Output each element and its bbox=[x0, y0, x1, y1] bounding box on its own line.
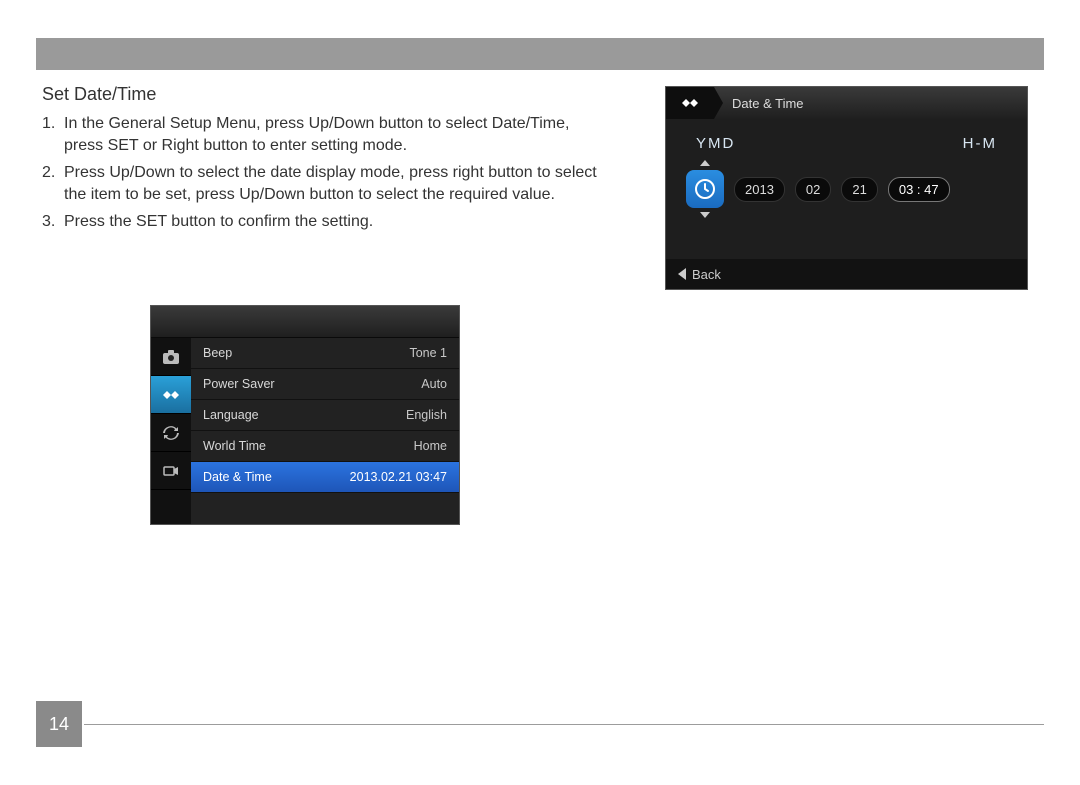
menu-row-beep[interactable]: Beep Tone 1 bbox=[191, 338, 459, 369]
clock-icon bbox=[686, 170, 724, 208]
menu-row-label: Language bbox=[203, 408, 259, 422]
hm-label: H-M bbox=[963, 135, 997, 152]
menu-row-value: Home bbox=[414, 439, 447, 453]
instruction-step: 1. In the General Setup Menu, press Up/D… bbox=[64, 113, 602, 156]
instruction-column: Set Date/Time 1. In the General Setup Me… bbox=[42, 84, 602, 239]
menu-row-language[interactable]: Language English bbox=[191, 400, 459, 431]
year-pill[interactable]: 2013 bbox=[734, 177, 785, 202]
sidebar-tools-icon[interactable] bbox=[151, 376, 191, 414]
ymd-label: YMD bbox=[696, 135, 735, 152]
dt-column-labels: YMD H-M bbox=[666, 119, 1027, 152]
back-arrow-icon[interactable] bbox=[678, 268, 686, 280]
instruction-step: 3. Press the SET button to confirm the s… bbox=[64, 211, 602, 233]
instruction-list: 1. In the General Setup Menu, press Up/D… bbox=[42, 113, 602, 233]
date-time-screenshot: Date & Time YMD H-M 2013 02 21 03 : 47 B… bbox=[665, 86, 1028, 290]
step-text: Press the bbox=[64, 213, 136, 230]
sidebar-camera-icon[interactable] bbox=[151, 338, 191, 376]
arrow-down-icon[interactable] bbox=[700, 212, 710, 218]
header-bar bbox=[36, 38, 1044, 70]
general-setup-menu-screenshot: Beep Tone 1 Power Saver Auto Language En… bbox=[150, 305, 460, 525]
sidebar-connect-icon[interactable] bbox=[151, 452, 191, 490]
menu-row-value: English bbox=[406, 408, 447, 422]
page-number: 14 bbox=[36, 701, 82, 747]
menu-row-label: Beep bbox=[203, 346, 232, 360]
tools-tab-icon[interactable] bbox=[666, 87, 714, 119]
step-text: button to confirm the setting. bbox=[167, 213, 373, 230]
menu-header-bar bbox=[151, 306, 459, 338]
step-text: or Right button to enter setting mode. bbox=[138, 137, 407, 154]
step-number: 2. bbox=[42, 162, 55, 184]
menu-row-label: Date & Time bbox=[203, 470, 272, 484]
section-title: Set Date/Time bbox=[42, 84, 602, 105]
dt-header-title: Date & Time bbox=[732, 96, 804, 111]
date-format-selector[interactable] bbox=[686, 160, 724, 218]
menu-sidebar bbox=[151, 338, 191, 524]
dt-main-row: 2013 02 21 03 : 47 bbox=[666, 152, 1027, 218]
menu-row-value: 2013.02.21 03:47 bbox=[350, 470, 447, 484]
set-keyword: SET bbox=[108, 137, 139, 154]
menu-row-value: Auto bbox=[421, 377, 447, 391]
dt-header: Date & Time bbox=[666, 87, 1027, 119]
menu-row-date-time[interactable]: Date & Time 2013.02.21 03:47 bbox=[191, 462, 459, 493]
arrow-up-icon[interactable] bbox=[700, 160, 710, 166]
day-pill[interactable]: 21 bbox=[841, 177, 877, 202]
back-label[interactable]: Back bbox=[692, 267, 721, 282]
month-pill[interactable]: 02 bbox=[795, 177, 831, 202]
menu-list: Beep Tone 1 Power Saver Auto Language En… bbox=[191, 338, 459, 524]
time-pill[interactable]: 03 : 47 bbox=[888, 177, 950, 202]
set-keyword: SET bbox=[136, 213, 167, 230]
dt-footer: Back bbox=[666, 259, 1027, 289]
menu-row-label: Power Saver bbox=[203, 377, 275, 391]
instruction-step: 2. Press Up/Down to select the date disp… bbox=[64, 162, 602, 205]
sidebar-sync-icon[interactable] bbox=[151, 414, 191, 452]
footer-divider bbox=[84, 724, 1044, 725]
menu-row-world-time[interactable]: World Time Home bbox=[191, 431, 459, 462]
menu-row-power-saver[interactable]: Power Saver Auto bbox=[191, 369, 459, 400]
step-number: 3. bbox=[42, 211, 55, 233]
menu-row-label: World Time bbox=[203, 439, 266, 453]
menu-row-value: Tone 1 bbox=[409, 346, 447, 360]
step-text: Press Up/Down to select the date display… bbox=[64, 164, 597, 203]
step-number: 1. bbox=[42, 113, 55, 135]
